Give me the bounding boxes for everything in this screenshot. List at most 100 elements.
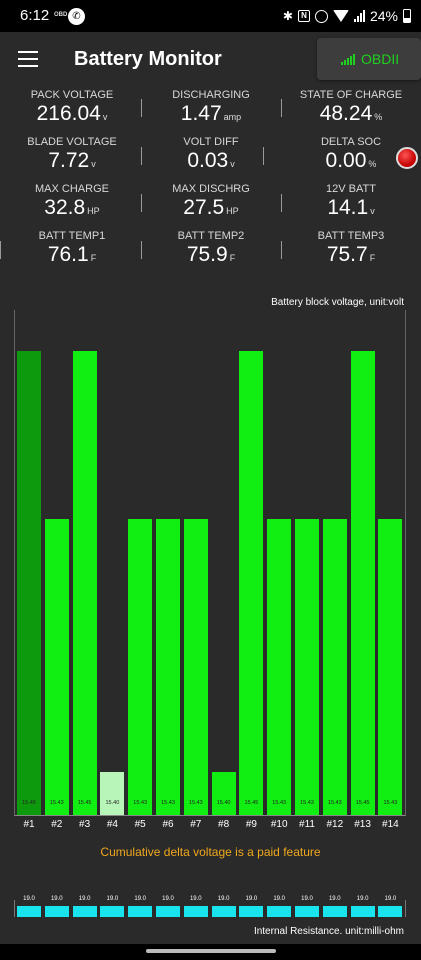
x-tick-label: #12 (326, 819, 344, 830)
metric-value: 76.1 F (47, 243, 97, 266)
ir-bar-3 (72, 906, 97, 917)
bar-block-13: 15.45 (350, 351, 375, 815)
ir-bar-11 (295, 906, 319, 917)
bar-block-1: 15.45 (17, 351, 41, 815)
bar-value-label: 15.43 (133, 800, 148, 806)
bar-value-label: 15.43 (272, 800, 287, 806)
battery-icon (403, 9, 411, 23)
ir-value-label: 19.0 (106, 896, 119, 902)
ir-bar-13 (350, 906, 375, 917)
metric-label: DISCHARGING (172, 89, 250, 101)
metric-label: BATT TEMP3 (317, 230, 385, 242)
menu-icon (18, 51, 38, 53)
bar-block-10: 15.43 (267, 519, 292, 815)
bar-block-12: 15.43 (322, 519, 347, 815)
internal-resistance-title: Internal Resistance. unit:milli-ohm (253, 926, 404, 937)
bar-block-8: 15.40 (211, 772, 236, 815)
metric-label: BATT TEMP1 (38, 230, 106, 242)
divider (141, 241, 142, 259)
ir-value-label: 19.0 (273, 896, 286, 902)
bar-block-2: 15.43 (44, 519, 69, 815)
bar-block-3: 15.45 (72, 351, 97, 815)
metric-unit: v (91, 159, 96, 169)
bar-value-label: 15.45 (355, 800, 370, 806)
x-tick-label: #2 (51, 819, 63, 830)
x-tick-label: #13 (354, 819, 371, 830)
chart-title: Battery block voltage, unit:volt (271, 297, 404, 308)
ir-value-label: 19.0 (50, 896, 63, 902)
metric-max-dischrg: MAX DISCHRG 27.5 HP (141, 183, 281, 223)
ir-bar-12 (322, 906, 347, 917)
x-tick-label: #6 (162, 819, 174, 830)
metric-unit: v (230, 159, 235, 169)
obd-notification-icon: OBD (54, 12, 68, 18)
ir-value-label: 19.0 (384, 896, 397, 902)
metric-label: MAX CHARGE (35, 183, 109, 195)
metric-label: PACK VOLTAGE (30, 89, 114, 101)
metric-pack-voltage: PACK VOLTAGE 216.04 v (2, 89, 142, 129)
x-tick-label: #14 (382, 819, 399, 830)
block-voltage-chart: 15.45 15.43 15.45 15.40 15.43 15.43 15.43 15.40… (15, 310, 405, 815)
cell-signal-icon (353, 10, 365, 22)
x-tick-label: #1 (23, 819, 35, 830)
x-tick-label: #5 (134, 819, 146, 830)
metric-label: DELTA SOC (320, 136, 382, 148)
metric-value: 7.72 v (48, 149, 96, 172)
app-bar: Battery Monitor OBDII (0, 32, 421, 88)
metric-unit: % (368, 159, 377, 169)
signal-icon (341, 54, 355, 65)
paid-feature-note[interactable]: Cumulative delta voltage is a paid featu… (0, 845, 421, 859)
status-bar: 6:12 OBD ✆ ✱ N 24% (0, 0, 421, 32)
metric-value: 0.03 v (187, 149, 235, 172)
status-icons: ✱ N 24% (283, 7, 411, 25)
bar-value-label: 15.45 (244, 800, 259, 806)
metric-label: STATE OF CHARGE (299, 89, 403, 101)
ir-value-label: 19.0 (301, 896, 313, 902)
wifi-icon (332, 10, 349, 22)
x-tick-label: #9 (245, 819, 257, 830)
ir-bar-14 (378, 906, 403, 917)
metric-label: 12V BATT (326, 183, 376, 195)
menu-button[interactable] (18, 51, 38, 67)
divider (281, 99, 282, 117)
bar-value-label: 15.40 (216, 800, 231, 806)
nfc-icon: N (297, 10, 310, 22)
home-gesture-bar[interactable] (146, 949, 276, 953)
bar-value-label: 15.43 (161, 800, 175, 806)
ir-bar-8 (211, 906, 236, 917)
metric-value: 75.9 F (186, 243, 236, 266)
divider (0, 241, 1, 259)
ir-bar-1 (17, 906, 41, 917)
bar-value-label: 15.40 (105, 800, 120, 806)
metric-value: 48.24% (319, 102, 383, 125)
bar-block-14: 15.43 (378, 519, 403, 815)
bar-value-label: 15.45 (22, 800, 36, 806)
metric-state-of-charge: STATE OF CHARGE 48.24% (281, 89, 421, 129)
ir-bar-9 (239, 906, 264, 917)
x-tick-label: #7 (190, 819, 202, 830)
bar-value-label: 15.43 (188, 800, 203, 806)
bar-value-label: 15.45 (77, 800, 92, 806)
metric-unit: HP (87, 206, 100, 216)
divider (263, 147, 264, 165)
metric-unit: F (369, 253, 376, 263)
obd-button-label: OBDII (361, 51, 400, 67)
bar-value-label: 15.43 (300, 800, 314, 806)
ir-value-label: 19.0 (217, 896, 230, 902)
record-button[interactable] (396, 147, 418, 169)
bluetooth-icon: ✱ (282, 9, 293, 23)
metric-label: BATT TEMP2 (177, 230, 245, 242)
divider (281, 194, 282, 212)
metric-unit: v (370, 206, 375, 216)
x-tick-label: #10 (270, 819, 288, 830)
obd-connect-button[interactable]: OBDII (317, 38, 421, 80)
metric-unit: HP (226, 206, 239, 216)
bar-block-9: 15.45 (239, 351, 264, 815)
divider (141, 147, 142, 165)
ir-value-label: 19.0 (23, 896, 35, 902)
x-tick-label: #4 (106, 819, 118, 830)
x-tick-label: #8 (218, 819, 230, 830)
metric-value: 1.47 amp (180, 102, 242, 125)
ir-value-label: 19.0 (78, 896, 91, 902)
metric-batt-temp2: BATT TEMP2 75.9 F (141, 230, 281, 270)
